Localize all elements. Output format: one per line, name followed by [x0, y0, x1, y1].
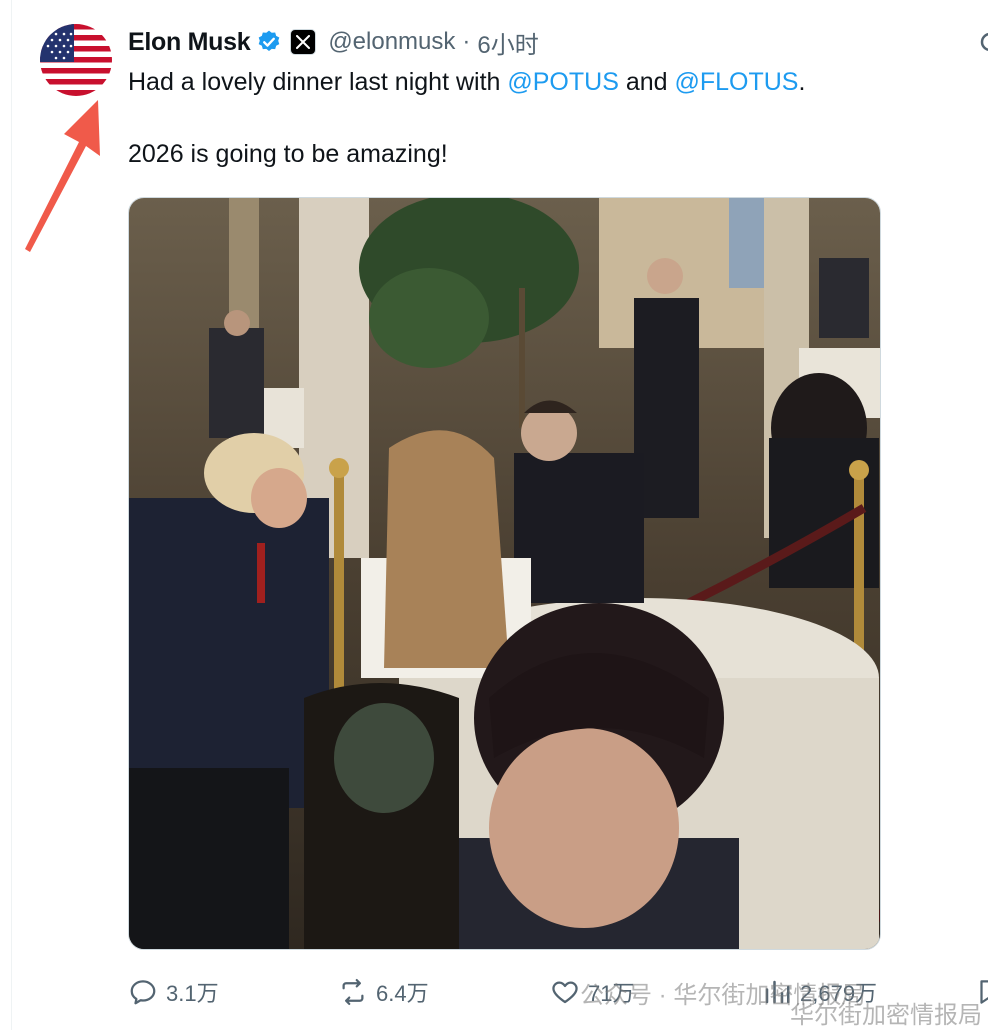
more-icon[interactable]: [978, 30, 988, 54]
reply-count: 3.1万: [166, 981, 219, 1006]
left-border: [11, 0, 12, 1030]
tweet-header: Elon Musk @elonmusk · 6小时: [128, 25, 539, 60]
avatar[interactable]: [40, 24, 112, 96]
user-handle[interactable]: @elonmusk: [328, 28, 455, 56]
text-segment: .: [798, 68, 806, 96]
tweet-photo[interactable]: [128, 197, 881, 950]
tweet-text-line-2: 2026 is going to be amazing!: [128, 140, 448, 168]
annotation-arrow-icon: [25, 100, 100, 252]
mention-flotus-link[interactable]: @FLOTUS: [674, 68, 798, 96]
display-name[interactable]: Elon Musk: [128, 28, 251, 57]
tweet-text: Had a lovely dinner last night with @POT…: [128, 64, 908, 172]
reply-icon: [130, 980, 156, 1005]
text-segment: and: [618, 68, 675, 96]
tweet-text-line-1: Had a lovely dinner last night with @POT…: [128, 64, 908, 100]
repost-count: 6.4万: [376, 981, 429, 1006]
reply-button[interactable]: 3.1万: [128, 972, 219, 1012]
us-flag-avatar-image: [40, 24, 112, 96]
like-icon: [552, 981, 578, 1004]
verified-badge-icon: [256, 29, 282, 55]
x-logo-icon: [290, 29, 317, 55]
timestamp[interactable]: 6小时: [477, 25, 538, 60]
text-segment: Had a lovely dinner last night with: [128, 68, 508, 96]
repost-icon: [342, 979, 364, 1005]
mention-potus-link[interactable]: @POTUS: [507, 68, 619, 96]
watermark-bottom: 华尔街加密情报局: [790, 1002, 982, 1029]
repost-button[interactable]: 6.4万: [338, 972, 429, 1012]
separator-dot: ·: [462, 28, 471, 55]
